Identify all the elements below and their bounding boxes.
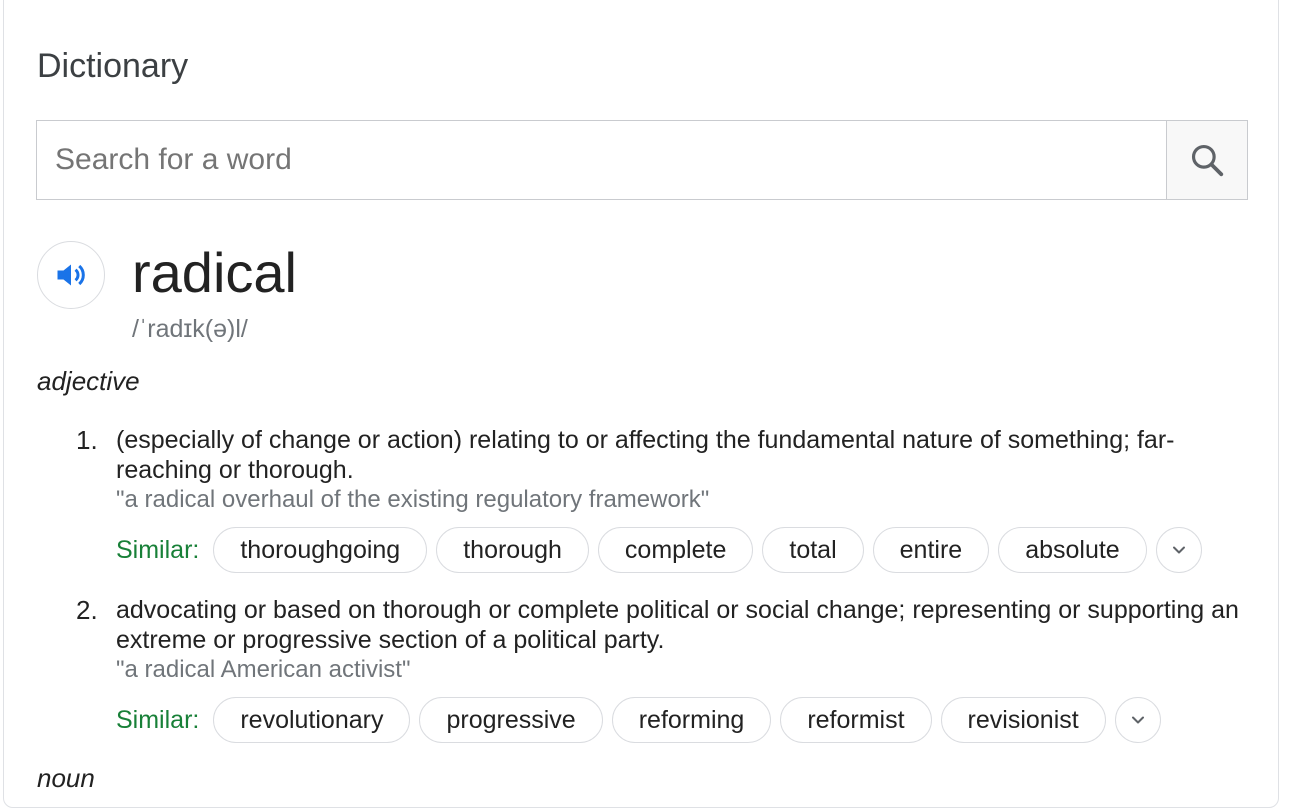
similar-chip[interactable]: thoroughgoing <box>213 527 428 573</box>
similar-chip[interactable]: thorough <box>436 527 589 573</box>
similar-chip[interactable]: absolute <box>998 527 1147 573</box>
definition-text: (especially of change or action) relatin… <box>116 426 1175 484</box>
search-button[interactable] <box>1166 121 1247 199</box>
search-box <box>36 120 1248 200</box>
pronunciation-audio-button[interactable] <box>37 241 105 309</box>
part-of-speech: noun <box>37 763 95 793</box>
chevron-down-icon <box>1172 546 1185 554</box>
example-sentence: "a radical American activist" <box>116 656 411 683</box>
similar-words-row: Similar: thoroughgoing thorough complete… <box>116 526 1202 574</box>
part-of-speech: adjective <box>37 366 140 396</box>
search-icon <box>1191 144 1224 177</box>
expand-similar-button[interactable] <box>1114 697 1161 743</box>
similar-words-row: Similar: revolutionary progressive refor… <box>116 696 1161 744</box>
similar-chip[interactable]: revolutionary <box>213 697 411 743</box>
similar-chip[interactable]: complete <box>597 527 754 573</box>
search-input[interactable] <box>37 121 1167 199</box>
card-title: Dictionary <box>37 47 189 85</box>
similar-chip[interactable]: reforming <box>611 697 772 743</box>
expand-similar-button[interactable] <box>1155 527 1202 573</box>
similar-chip[interactable]: entire <box>872 527 990 573</box>
speaker-icon <box>57 264 85 286</box>
definition-number: 1. <box>76 425 98 455</box>
definition-text: advocating or based on thorough or compl… <box>116 596 1239 654</box>
similar-chip[interactable]: revisionist <box>940 697 1106 743</box>
phonetic-spelling: /ˈradɪk(ə)l/ <box>132 315 248 343</box>
similar-label: Similar: <box>116 705 200 734</box>
similar-chip[interactable]: reformist <box>780 697 932 743</box>
similar-label: Similar: <box>116 535 200 564</box>
example-sentence: "a radical overhaul of the existing regu… <box>116 486 710 513</box>
headword: radical <box>132 241 297 304</box>
similar-chip[interactable]: total <box>762 527 864 573</box>
chevron-down-icon <box>1131 716 1144 724</box>
definition-number: 2. <box>76 595 98 625</box>
similar-chip[interactable]: progressive <box>419 697 603 743</box>
